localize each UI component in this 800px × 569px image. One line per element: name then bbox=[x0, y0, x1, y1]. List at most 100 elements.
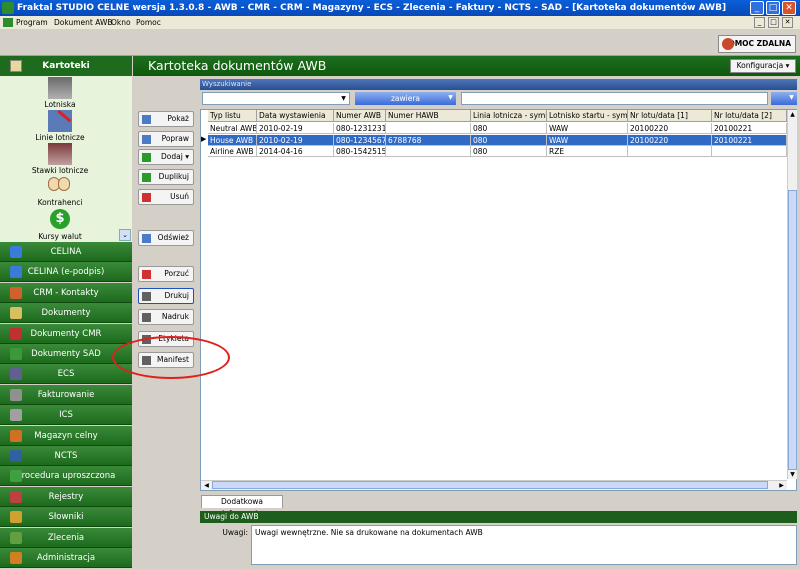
search-operator-select[interactable]: zawiera ▼ bbox=[355, 92, 456, 105]
search-options-button[interactable]: ▼ bbox=[771, 92, 797, 105]
table-cell[interactable]: 20100220 bbox=[628, 123, 712, 134]
column-header[interactable]: Numer AWB bbox=[334, 110, 386, 122]
add-icon bbox=[142, 153, 151, 162]
table-cell[interactable]: 080-12312312 bbox=[334, 123, 386, 134]
tab-additional-info[interactable]: Dodatkowa informacja bbox=[201, 495, 283, 518]
mdi-maximize-button[interactable]: □ bbox=[768, 17, 779, 28]
table-cell[interactable]: RZE bbox=[547, 146, 628, 157]
minimize-button[interactable]: _ bbox=[750, 1, 764, 15]
vertical-scroll-thumb[interactable] bbox=[788, 190, 797, 470]
page-title: Kartoteka dokumentów AWB bbox=[148, 58, 327, 73]
rejestry-icon bbox=[10, 490, 22, 503]
table-cell[interactable]: 080 bbox=[471, 123, 547, 134]
configuration-button[interactable]: Konfiguracja ▾ bbox=[730, 59, 796, 73]
maximize-button[interactable]: □ bbox=[766, 1, 780, 15]
table-cell[interactable]: 6788768 bbox=[386, 134, 471, 146]
menu-pomoc[interactable]: Pomoc bbox=[136, 16, 161, 29]
table-cell[interactable]: 080-15425152 bbox=[334, 146, 386, 157]
ecs-icon bbox=[10, 368, 22, 381]
close-button[interactable]: ✕ bbox=[782, 1, 796, 15]
print-button[interactable]: Drukuj bbox=[138, 288, 194, 304]
table-cell[interactable]: WAW bbox=[547, 134, 628, 146]
currency-icon[interactable]: $ bbox=[50, 209, 70, 229]
delete-button[interactable]: Usuń bbox=[138, 189, 194, 205]
show-button[interactable]: Pokaż bbox=[138, 111, 194, 127]
folder-icon bbox=[10, 60, 22, 72]
kartoteki-item-stawki-lotnicze[interactable]: Stawki lotnicze bbox=[10, 166, 110, 175]
remarks-textarea[interactable]: Uwagi wewnętrzne. Nie sa drukowane na do… bbox=[251, 525, 797, 565]
table-cell[interactable] bbox=[386, 146, 471, 157]
column-header[interactable]: Typ listu bbox=[208, 110, 257, 122]
edit-button[interactable]: Popraw bbox=[138, 131, 194, 147]
menu-okno[interactable]: Okno bbox=[111, 16, 131, 29]
overprint-button[interactable]: Nadruk bbox=[138, 309, 194, 325]
table-cell[interactable]: 2014-04-16 bbox=[257, 146, 334, 157]
table-cell[interactable]: 080 bbox=[471, 134, 547, 146]
delete-label: Usuń bbox=[170, 192, 189, 201]
table-cell[interactable]: 20100221 bbox=[712, 123, 787, 134]
delete-icon bbox=[142, 193, 151, 202]
mdi-minimize-button[interactable]: _ bbox=[754, 17, 765, 28]
magazyn-celny-icon bbox=[10, 429, 22, 442]
table-cell[interactable]: 080-12345675 bbox=[334, 134, 386, 146]
refresh-label: Odśwież bbox=[157, 233, 189, 242]
toolbar bbox=[0, 29, 800, 56]
table-cell[interactable]: Airline AWB bbox=[208, 146, 257, 157]
column-header[interactable]: Lotnisko startu - symbol bbox=[547, 110, 628, 122]
horizontal-scroll-thumb[interactable] bbox=[212, 481, 768, 489]
table-cell[interactable]: 080 bbox=[471, 146, 547, 157]
column-header[interactable]: Numer HAWB bbox=[386, 110, 471, 122]
scroll-right-icon[interactable]: ▶ bbox=[777, 481, 786, 490]
duplicate-label: Duplikuj bbox=[158, 172, 189, 181]
table-cell[interactable]: WAW bbox=[547, 123, 628, 134]
dokumenty-sad-icon bbox=[10, 348, 22, 360]
rates-icon[interactable] bbox=[48, 143, 72, 165]
administracja-icon bbox=[10, 552, 22, 564]
search-operator-label: zawiera bbox=[390, 94, 421, 103]
configuration-label: Konfiguracja bbox=[736, 61, 784, 70]
kartoteki-item-kontrahenci[interactable]: Kontrahenci bbox=[10, 198, 110, 207]
scroll-down-icon[interactable]: ▼ bbox=[788, 470, 797, 479]
column-header[interactable]: Nr lotu/data [1] bbox=[628, 110, 712, 122]
zlecenia-icon bbox=[10, 531, 22, 544]
celina-e-podpis-icon bbox=[10, 266, 22, 279]
table-cell[interactable] bbox=[386, 123, 471, 134]
kartoteki-item-linie-lotnicze[interactable]: Linie lotnicze bbox=[10, 133, 110, 142]
discard-label: Porzuć bbox=[164, 269, 189, 278]
print-icon bbox=[142, 292, 151, 301]
remarks-section-header: Uwagi do AWB bbox=[200, 511, 797, 523]
chevron-down-icon: ▼ bbox=[341, 95, 346, 102]
add-label: Dodaj bbox=[161, 152, 183, 161]
chevron-down-icon[interactable]: ⌄ bbox=[119, 229, 131, 241]
scroll-left-icon[interactable]: ◀ bbox=[202, 481, 211, 490]
discard-button[interactable]: Porzuć bbox=[138, 266, 194, 282]
search-input[interactable] bbox=[461, 92, 768, 105]
table-cell[interactable]: 20100221 bbox=[712, 134, 787, 146]
search-field-select[interactable]: ▼ bbox=[202, 92, 350, 105]
table-cell[interactable]: 2010-02-19 bbox=[257, 134, 334, 146]
table-cell[interactable] bbox=[712, 146, 787, 157]
kartoteki-item-lotniska[interactable]: Lotniska bbox=[10, 100, 110, 109]
scroll-up-icon[interactable]: ▲ bbox=[788, 110, 797, 119]
column-header[interactable]: Linia lotnicza - symbol bbox=[471, 110, 547, 122]
column-header[interactable]: Data wystawienia bbox=[257, 110, 334, 122]
chevron-down-icon: ▾ bbox=[182, 152, 189, 161]
table-cell[interactable]: House AWB bbox=[208, 134, 257, 146]
kartoteki-item-kursy-walut[interactable]: Kursy walut bbox=[10, 232, 110, 241]
column-header[interactable]: Nr lotu/data [2] bbox=[712, 110, 787, 122]
menu-dokument-awb[interactable]: Dokument AWB bbox=[54, 16, 113, 29]
fakturowanie-icon bbox=[10, 388, 22, 401]
mdi-close-button[interactable]: ✕ bbox=[782, 17, 793, 28]
celina-icon bbox=[10, 246, 22, 258]
airport-icon[interactable] bbox=[48, 77, 72, 99]
duplicate-button[interactable]: Duplikuj bbox=[138, 169, 194, 185]
table-cell[interactable] bbox=[628, 146, 712, 157]
refresh-button[interactable]: Odśwież bbox=[138, 230, 194, 246]
table-cell[interactable]: Neutral AWB bbox=[208, 123, 257, 134]
table-cell[interactable]: 20100220 bbox=[628, 134, 712, 146]
edit-label: Popraw bbox=[161, 134, 189, 143]
procedura-uproszczona-icon bbox=[10, 470, 22, 483]
table-cell[interactable]: 2010-02-19 bbox=[257, 123, 334, 134]
menu-program[interactable]: Program bbox=[16, 16, 48, 29]
add-button[interactable]: Dodaj ▾ bbox=[138, 149, 194, 165]
